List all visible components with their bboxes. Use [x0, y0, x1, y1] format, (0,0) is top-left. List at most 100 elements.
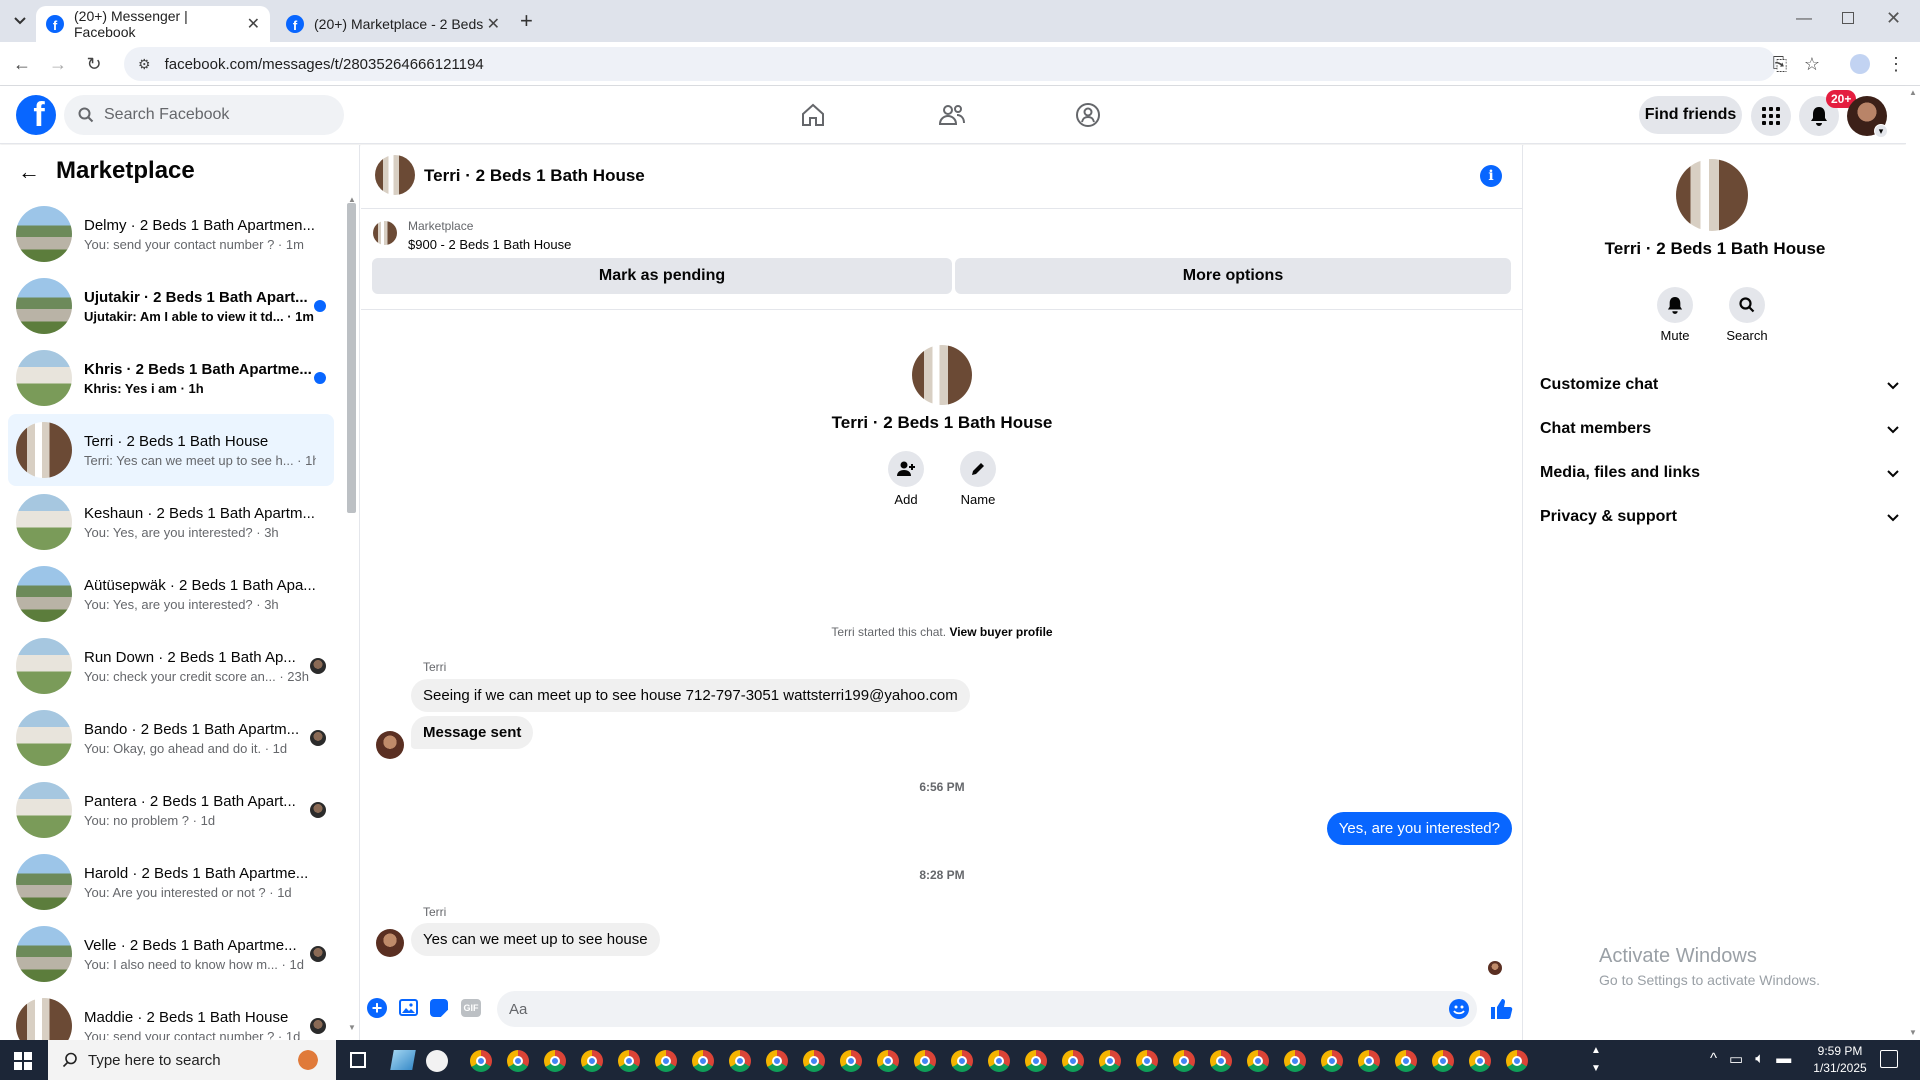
chrome-taskbar-icon[interactable] — [803, 1050, 825, 1072]
mark-as-pending-button[interactable]: Mark as pending — [372, 258, 952, 294]
restore-window-icon[interactable] — [1842, 12, 1854, 24]
media-files-links-section[interactable]: Media, files and links — [1540, 453, 1900, 493]
facebook-search-input[interactable]: Search Facebook — [64, 95, 344, 135]
conversation-item[interactable]: Terri · 2 Beds 1 Bath House Terri: Yes ca… — [8, 414, 334, 486]
forward-icon[interactable]: → — [46, 52, 70, 76]
chat-members-section[interactable]: Chat members — [1540, 409, 1900, 449]
minimize-window-icon[interactable]: — — [1796, 10, 1812, 28]
chrome-taskbar-icon[interactable] — [470, 1050, 492, 1072]
install-app-icon[interactable]: ⎘ — [1768, 52, 1792, 76]
notification-center-icon[interactable] — [1880, 1050, 1898, 1068]
chrome-taskbar-icon[interactable] — [951, 1050, 973, 1072]
bookmark-star-icon[interactable]: ☆ — [1800, 52, 1824, 76]
details-profile-photo[interactable] — [1676, 159, 1748, 231]
url-bar[interactable]: ⚙ facebook.com/messages/t/28035264666121… — [124, 47, 1776, 81]
chrome-taskbar-icon[interactable] — [1210, 1050, 1232, 1072]
sidebar-scroll-thumb[interactable] — [347, 203, 356, 513]
emoji-icon[interactable] — [1449, 999, 1469, 1019]
app-icon[interactable] — [426, 1050, 448, 1072]
message-bubble[interactable]: Seeing if we can meet up to see house 71… — [411, 679, 970, 712]
chrome-taskbar-icon[interactable] — [1284, 1050, 1306, 1072]
taskbar-clock[interactable]: 9:59 PM 1/31/2025 — [1800, 1043, 1880, 1077]
listing-title[interactable]: $900 - 2 Beds 1 Bath House — [408, 237, 571, 252]
chrome-taskbar-icon[interactable] — [618, 1050, 640, 1072]
sidebar-scrollbar[interactable]: ▲ ▼ — [346, 195, 356, 1035]
chrome-taskbar-icon[interactable] — [1358, 1050, 1380, 1072]
message-bubble[interactable]: Yes can we meet up to see house — [411, 923, 660, 956]
chrome-taskbar-icon[interactable] — [1025, 1050, 1047, 1072]
menu-grid-icon[interactable] — [1751, 96, 1791, 136]
more-options-button[interactable]: More options — [955, 258, 1511, 294]
find-friends-button[interactable]: Find friends — [1639, 96, 1742, 134]
chrome-taskbar-icon[interactable] — [729, 1050, 751, 1072]
tab-marketplace[interactable]: f (20+) Marketplace - 2 Beds 1 B ✕ — [276, 6, 510, 42]
network-icon[interactable]: ▬ — [1776, 1050, 1791, 1068]
chat-header-thumbnail[interactable] — [375, 155, 415, 195]
chrome-taskbar-icon[interactable] — [988, 1050, 1010, 1072]
chat-profile-photo[interactable] — [912, 345, 972, 405]
chrome-taskbar-icon[interactable] — [1432, 1050, 1454, 1072]
site-info-icon[interactable]: ⚙ — [138, 56, 151, 73]
back-icon[interactable]: ← — [10, 52, 34, 76]
chrome-taskbar-icon[interactable] — [581, 1050, 603, 1072]
tray-expand-icon[interactable]: ^ — [1710, 1050, 1717, 1068]
groups-icon[interactable] — [1069, 96, 1107, 134]
taskbar-overflow-icon[interactable]: ▲ ▼ — [1588, 1042, 1604, 1078]
conversation-item[interactable]: Pantera · 2 Beds 1 Bath Apart... You: no … — [8, 774, 334, 846]
meet-now-icon[interactable]: ▭ — [1729, 1050, 1743, 1068]
my-message-bubble[interactable]: Yes, are you interested? — [1326, 812, 1512, 845]
chrome-taskbar-icon[interactable] — [1173, 1050, 1195, 1072]
chrome-taskbar-icon[interactable] — [1099, 1050, 1121, 1072]
conversation-item[interactable]: Maddie · 2 Beds 1 Bath House You: send yo… — [8, 990, 334, 1040]
windows-start-icon[interactable] — [14, 1052, 32, 1070]
chrome-taskbar-icon[interactable] — [507, 1050, 529, 1072]
task-view-icon[interactable] — [350, 1052, 366, 1068]
message-input[interactable]: Aa — [497, 991, 1477, 1027]
chrome-taskbar-icon[interactable] — [1321, 1050, 1343, 1072]
close-tab-icon[interactable]: ✕ — [487, 14, 500, 34]
reload-icon[interactable]: ↻ — [82, 52, 106, 76]
chrome-taskbar-icon[interactable] — [1062, 1050, 1084, 1072]
conversation-item[interactable]: Ujutakir · 2 Beds 1 Bath Apart... Ujutaki… — [8, 270, 334, 342]
search-in-chat-button[interactable] — [1729, 287, 1765, 323]
conversation-item[interactable]: Bando · 2 Beds 1 Bath Apartm... You: Okay… — [8, 702, 334, 774]
file-explorer-icon[interactable] — [390, 1050, 416, 1070]
chrome-taskbar-icon[interactable] — [1136, 1050, 1158, 1072]
chrome-taskbar-icon[interactable] — [840, 1050, 862, 1072]
new-tab-icon[interactable]: + — [520, 8, 533, 34]
friends-icon[interactable] — [933, 96, 971, 134]
close-tab-icon[interactable]: ✕ — [247, 14, 260, 34]
sender-avatar[interactable] — [376, 731, 404, 759]
sticker-icon[interactable] — [430, 999, 448, 1017]
mute-button[interactable] — [1657, 287, 1693, 323]
home-icon[interactable] — [794, 96, 832, 134]
attach-photo-icon[interactable] — [399, 999, 418, 1016]
customize-chat-section[interactable]: Customize chat — [1540, 365, 1900, 405]
chrome-taskbar-icon[interactable] — [1247, 1050, 1269, 1072]
back-arrow-icon[interactable]: ← — [18, 159, 40, 185]
tab-messenger[interactable]: f (20+) Messenger | Facebook ✕ — [36, 6, 270, 42]
conversation-item[interactable]: Run Down · 2 Beds 1 Bath Ap... You: check… — [8, 630, 334, 702]
volume-icon[interactable]: 🔈︎ — [1755, 1050, 1764, 1068]
conversation-item[interactable]: Velle · 2 Beds 1 Bath Apartme... You: I a… — [8, 918, 334, 990]
message-bubble[interactable]: Message sent — [411, 716, 534, 749]
view-buyer-profile-link[interactable]: View buyer profile — [949, 625, 1052, 639]
gif-icon[interactable]: GIF — [461, 999, 481, 1017]
chrome-taskbar-icon[interactable] — [544, 1050, 566, 1072]
profile-icon[interactable] — [1848, 52, 1872, 76]
chrome-taskbar-icon[interactable] — [914, 1050, 936, 1072]
chrome-taskbar-icon[interactable] — [692, 1050, 714, 1072]
facebook-logo-icon[interactable]: f — [16, 95, 56, 135]
taskbar-search-input[interactable]: Type here to search — [48, 1040, 336, 1080]
chrome-taskbar-icon[interactable] — [766, 1050, 788, 1072]
name-chat-button[interactable] — [960, 451, 996, 487]
conversation-item[interactable]: Harold · 2 Beds 1 Bath Apartme... You: Ar… — [8, 846, 334, 918]
chrome-taskbar-icon[interactable] — [877, 1050, 899, 1072]
info-icon[interactable]: i — [1480, 165, 1502, 187]
conversation-item[interactable]: Delmy · 2 Beds 1 Bath Apartmen... You: se… — [8, 198, 334, 270]
conversation-item[interactable]: Aütüsepwäk · 2 Beds 1 Bath Apa... You: Ye… — [8, 558, 334, 630]
conversation-item[interactable]: Keshaun · 2 Beds 1 Bath Apartm... You: Ye… — [8, 486, 334, 558]
conversation-item[interactable]: Khris · 2 Beds 1 Bath Apartme... Khris: Y… — [8, 342, 334, 414]
chat-title[interactable]: Terri · 2 Beds 1 Bath House — [424, 166, 645, 186]
chrome-taskbar-icon[interactable] — [1469, 1050, 1491, 1072]
